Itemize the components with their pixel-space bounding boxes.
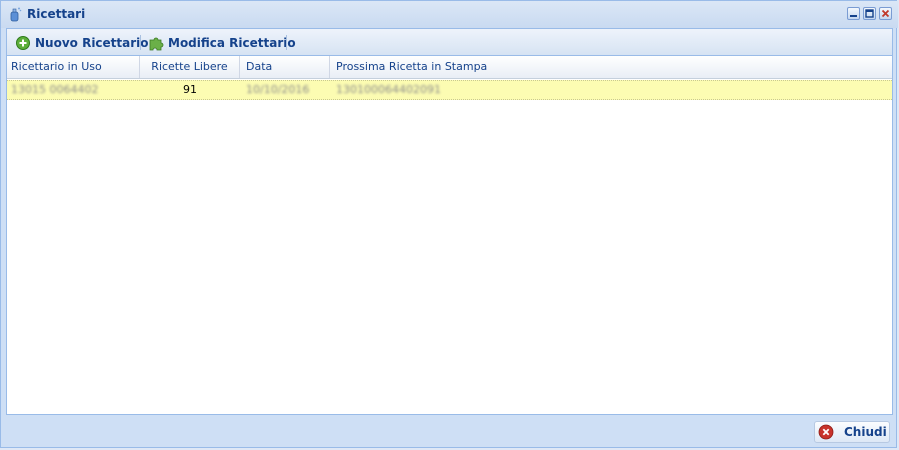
add-circle-icon <box>16 36 30 50</box>
column-header-ricette-libere[interactable]: Ricette Libere <box>140 56 240 78</box>
minimize-button[interactable] <box>847 7 860 20</box>
maximize-icon <box>865 9 874 18</box>
new-ricettario-label: Nuovo Ricettario <box>35 36 149 50</box>
new-ricettario-button[interactable]: Nuovo Ricettario <box>15 33 149 53</box>
puzzle-icon <box>149 37 164 51</box>
toolbar-separator <box>286 35 287 50</box>
cell-ricettario: 13015 0064402 <box>11 83 99 96</box>
edit-ricettario-button[interactable]: Modifica Ricettario <box>148 33 296 53</box>
ricettari-window: Ricettari Nuovo Ricettario Modifica Rice… <box>0 0 898 448</box>
close-icon <box>881 9 890 18</box>
window-body: Nuovo Ricettario Modifica Ricettario Ric… <box>6 28 893 415</box>
toolbar-separator <box>140 35 141 50</box>
table-row[interactable]: 13015 0064402 91 10/10/2016 130100064402… <box>7 80 892 100</box>
minimize-icon <box>850 15 857 17</box>
toolbar: Nuovo Ricettario Modifica Ricettario <box>7 29 892 56</box>
grid-header: Ricettario in Uso Ricette Libere Data Co… <box>7 56 892 95</box>
title-bar[interactable]: Ricettari <box>1 1 898 28</box>
cell-prossima-ricetta: 130100064402091 <box>336 83 441 96</box>
ricettari-grid: Ricettario in Uso Ricette Libere Data Co… <box>7 56 892 414</box>
window-title: Ricettari <box>27 7 86 21</box>
column-header-data-consegna[interactable]: Data Consegna <box>240 56 330 95</box>
close-button[interactable]: Chiudi <box>814 421 890 443</box>
edit-ricettario-label: Modifica Ricettario <box>168 36 296 50</box>
column-header-ricettario[interactable]: Ricettario in Uso <box>7 56 140 78</box>
cell-ricette-libere: 91 <box>183 83 197 96</box>
maximize-button[interactable] <box>863 7 876 20</box>
cell-data-consegna: 10/10/2016 <box>246 83 310 96</box>
close-circle-icon <box>818 424 834 440</box>
close-window-button[interactable] <box>879 7 892 20</box>
column-header-prossima-ricetta[interactable]: Prossima Ricetta in Stampa <box>330 56 892 78</box>
close-button-label: Chiudi <box>844 425 887 439</box>
spray-bottle-icon <box>10 7 22 22</box>
